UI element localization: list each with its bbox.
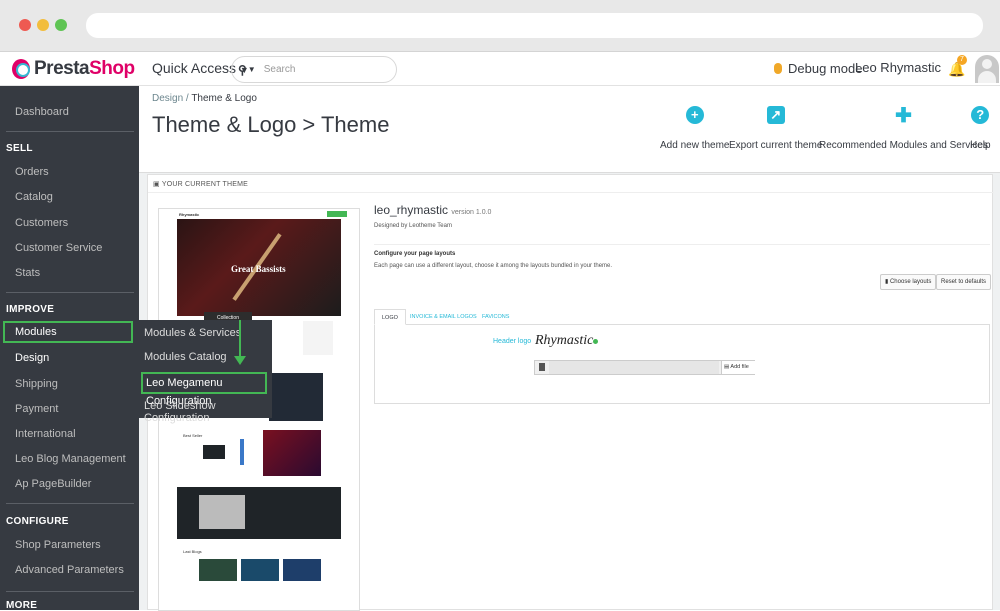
sidebar-item-shop-parameters[interactable]: Shop Parameters <box>0 534 139 556</box>
sidebar-item-design[interactable]: Design <box>0 347 139 369</box>
reset-defaults-button[interactable]: Reset to defaults <box>936 274 992 290</box>
close-window-button[interactable] <box>19 19 31 31</box>
sidebar-item-shipping[interactable]: Shipping <box>0 373 139 395</box>
guide-arrow <box>239 320 241 360</box>
sidebar-item-modules[interactable]: Modules <box>3 321 133 343</box>
tab-logo[interactable]: LOGO <box>374 309 406 325</box>
export-theme-button[interactable]: ↗ Export current theme <box>729 106 822 151</box>
submenu-leo-slideshow-configuration[interactable]: Leo Slideshow Configuration <box>144 400 272 424</box>
sidebar-item-advanced-parameters[interactable]: Advanced Parameters <box>0 559 139 581</box>
add-file-button[interactable]: ▤ Add file <box>721 361 755 374</box>
address-bar[interactable] <box>86 13 983 38</box>
modules-submenu: Modules & Services Modules Catalog Leo M… <box>139 320 272 424</box>
logo-tabs: LOGO INVOICE & EMAIL LOGOS FAVICONS <box>374 309 990 325</box>
page-header: Design / Theme & Logo Theme & Logo > The… <box>139 86 1000 173</box>
divider <box>6 131 134 132</box>
avatar[interactable] <box>975 55 999 83</box>
section-heading-configure: CONFIGURE <box>6 516 69 527</box>
shop-name[interactable]: Leo Rhymastic <box>855 60 941 75</box>
debug-mode-indicator[interactable]: Debug mode <box>774 61 862 76</box>
panel-heading: ▣ YOUR CURRENT THEME <box>153 181 249 188</box>
sidebar-item-orders[interactable]: Orders <box>0 161 139 183</box>
file-input[interactable] <box>549 361 719 374</box>
configure-layouts-description: Each page can use a different layout, ch… <box>374 263 613 269</box>
sidebar-item-catalog[interactable]: Catalog <box>0 186 139 208</box>
current-theme-panel: ▣ YOUR CURRENT THEME Rhymastic Great Bas… <box>147 174 994 611</box>
file-icon <box>539 363 545 371</box>
guide-arrow-head <box>234 356 246 365</box>
breadcrumb-design[interactable]: Design <box>152 93 183 104</box>
sidebar-item-payment[interactable]: Payment <box>0 398 139 420</box>
submenu-modules-services[interactable]: Modules & Services <box>144 327 241 339</box>
add-new-theme-button[interactable]: + Add new theme <box>660 106 730 151</box>
sidebar-item-international[interactable]: International <box>0 423 139 445</box>
logo-file-upload: ▤ Add file <box>534 360 755 375</box>
sidebar-item-customer-service[interactable]: Customer Service <box>0 237 139 259</box>
section-heading-sell: SELL <box>6 143 33 154</box>
configure-layouts-title: Configure your page layouts <box>374 251 456 257</box>
logo-tab-content: Header logo Rhymastic ▤ Add file <box>374 325 990 404</box>
choose-layouts-button[interactable]: ▮ Choose layouts <box>880 274 937 290</box>
divider <box>6 591 134 592</box>
section-heading-improve: IMPROVE <box>6 304 55 315</box>
recommended-modules-button[interactable]: ✚ Recommended Modules and Services <box>819 106 988 151</box>
preview-last-blogs: Last Blogs <box>183 549 202 554</box>
sidebar: Dashboard SELL Orders Catalog Customers … <box>0 86 139 611</box>
breadcrumb: Design / Theme & Logo <box>152 93 257 104</box>
header-logo-label: Header logo <box>493 338 532 345</box>
admin-topbar: PrestaShop Quick Access ▼ ⚲ ▼ Search Debu… <box>0 52 1000 86</box>
help-button[interactable]: ? Help <box>970 106 991 151</box>
minimize-window-button[interactable] <box>37 19 49 31</box>
bug-icon <box>774 63 782 74</box>
help-icon: ? <box>971 106 990 124</box>
preview-nav: Rhymastic <box>177 211 351 219</box>
puzzle-icon: ✚ <box>895 105 912 127</box>
plus-circle-icon: + <box>685 106 704 124</box>
sidebar-item-stats[interactable]: Stats <box>0 262 139 284</box>
export-icon: ↗ <box>766 106 785 124</box>
caret-down-icon: ▼ <box>247 65 256 74</box>
sidebar-item-dashboard[interactable]: Dashboard <box>0 101 139 123</box>
tab-invoice-email-logos[interactable]: INVOICE & EMAIL LOGOS <box>403 309 484 325</box>
preview-best-seller: Best Seller <box>183 433 203 438</box>
sidebar-item-customers[interactable]: Customers <box>0 212 139 234</box>
theme-name: leo_rhymastic version 1.0.0 <box>374 203 492 217</box>
theme-info: leo_rhymastic version 1.0.0 Designed by … <box>374 203 491 229</box>
preview-hero-banner: Great Bassists <box>177 219 341 316</box>
maximize-window-button[interactable] <box>55 19 67 31</box>
search-input[interactable]: Search <box>264 64 296 75</box>
tab-favicons[interactable]: FAVICONS <box>475 309 516 325</box>
prestashop-logo-text: PrestaShop <box>34 58 135 79</box>
sidebar-item-leo-blog[interactable]: Leo Blog Management <box>0 448 139 470</box>
header-logo-image: Rhymastic <box>535 333 599 349</box>
search-box[interactable]: ⚲ ▼ Search <box>231 56 397 83</box>
submenu-modules-catalog[interactable]: Modules Catalog <box>144 351 227 363</box>
breadcrumb-theme-logo: Theme & Logo <box>191 93 257 104</box>
page-title: Theme & Logo > Theme <box>152 112 390 137</box>
submenu-leo-megamenu-configuration[interactable]: Leo Megamenu Configuration <box>141 372 267 407</box>
divider <box>6 292 134 293</box>
theme-author: Designed by Leotheme Team <box>374 223 452 229</box>
section-heading-more: MORE <box>6 600 38 611</box>
sidebar-item-ap-pagebuilder[interactable]: Ap PageBuilder <box>0 473 139 495</box>
prestashop-logo-icon <box>12 59 30 79</box>
divider <box>6 503 134 504</box>
browser-chrome <box>0 0 1000 52</box>
browser-window: PrestaShop Quick Access ▼ ⚲ ▼ Search Debu… <box>0 0 1000 611</box>
prestashop-logo[interactable]: PrestaShop <box>12 58 135 80</box>
notification-badge: 7 <box>957 55 967 65</box>
search-icon[interactable]: ⚲ <box>238 63 247 77</box>
